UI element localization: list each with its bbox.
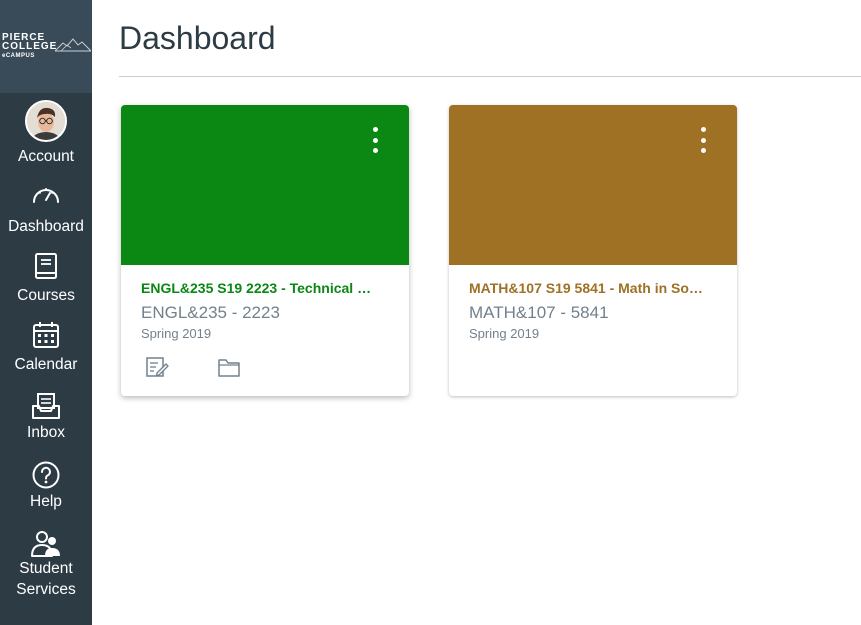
course-card[interactable]: ENGL&235 S19 2223 - Technical Writing EN…: [121, 105, 409, 396]
course-card[interactable]: MATH&107 S19 5841 - Math in Society MATH…: [449, 105, 737, 396]
nav-item-inbox[interactable]: Inbox: [0, 392, 92, 443]
title-divider: [119, 76, 861, 77]
dashboard-icon: [33, 188, 59, 203]
course-card-code: ENGL&235 - 2223: [141, 303, 280, 322]
course-card-term: Spring 2019: [141, 326, 212, 341]
student-services-icon: [31, 531, 60, 557]
files-folder-icon[interactable]: [217, 356, 241, 378]
page-title: Dashboard: [119, 20, 276, 56]
courses-book-icon: [35, 253, 57, 279]
logo-text-college: COLLEGE: [2, 41, 58, 52]
card-options-menu-icon[interactable]: [693, 125, 713, 155]
global-navigation: PIERCE COLLEGE eCAMPUS Account Dashboard…: [0, 0, 92, 625]
calendar-icon: [33, 322, 59, 348]
nav-label-account: Account: [17, 148, 74, 165]
inbox-icon: [32, 393, 60, 419]
nav-item-student-services[interactable]: Student Services: [0, 530, 92, 600]
college-logo[interactable]: PIERCE COLLEGE eCAMPUS: [0, 0, 92, 93]
nav-item-calendar[interactable]: Calendar: [0, 321, 92, 375]
course-card-actions: [145, 356, 241, 378]
course-card-hero[interactable]: [449, 105, 737, 265]
course-card-code: MATH&107 - 5841: [469, 303, 609, 322]
mountains-icon: [55, 38, 91, 52]
help-icon: [32, 461, 60, 489]
logo-text-ecampus: eCAMPUS: [2, 53, 35, 59]
user-avatar-icon: [27, 102, 65, 140]
course-card-hero[interactable]: [121, 105, 409, 265]
nav-label-inbox: Inbox: [27, 424, 65, 441]
course-card-title[interactable]: ENGL&235 S19 2223 - Technical Writing: [141, 280, 381, 296]
nav-label-student-services: Student Services: [16, 560, 76, 598]
nav-label-dashboard: Dashboard: [8, 218, 84, 235]
avatar: [25, 100, 67, 142]
nav-item-help[interactable]: Help: [0, 461, 92, 512]
nav-label-calendar: Calendar: [14, 356, 78, 373]
assignments-icon[interactable]: [145, 356, 169, 378]
nav-label-courses: Courses: [17, 287, 75, 304]
nav-item-account[interactable]: Account: [0, 100, 92, 167]
course-card-term: Spring 2019: [469, 326, 540, 341]
card-options-menu-icon[interactable]: [365, 125, 385, 155]
nav-item-dashboard[interactable]: Dashboard: [0, 183, 92, 237]
nav-label-help: Help: [30, 493, 62, 510]
course-card-title[interactable]: MATH&107 S19 5841 - Math in Society: [469, 280, 709, 296]
nav-item-courses[interactable]: Courses: [0, 252, 92, 306]
